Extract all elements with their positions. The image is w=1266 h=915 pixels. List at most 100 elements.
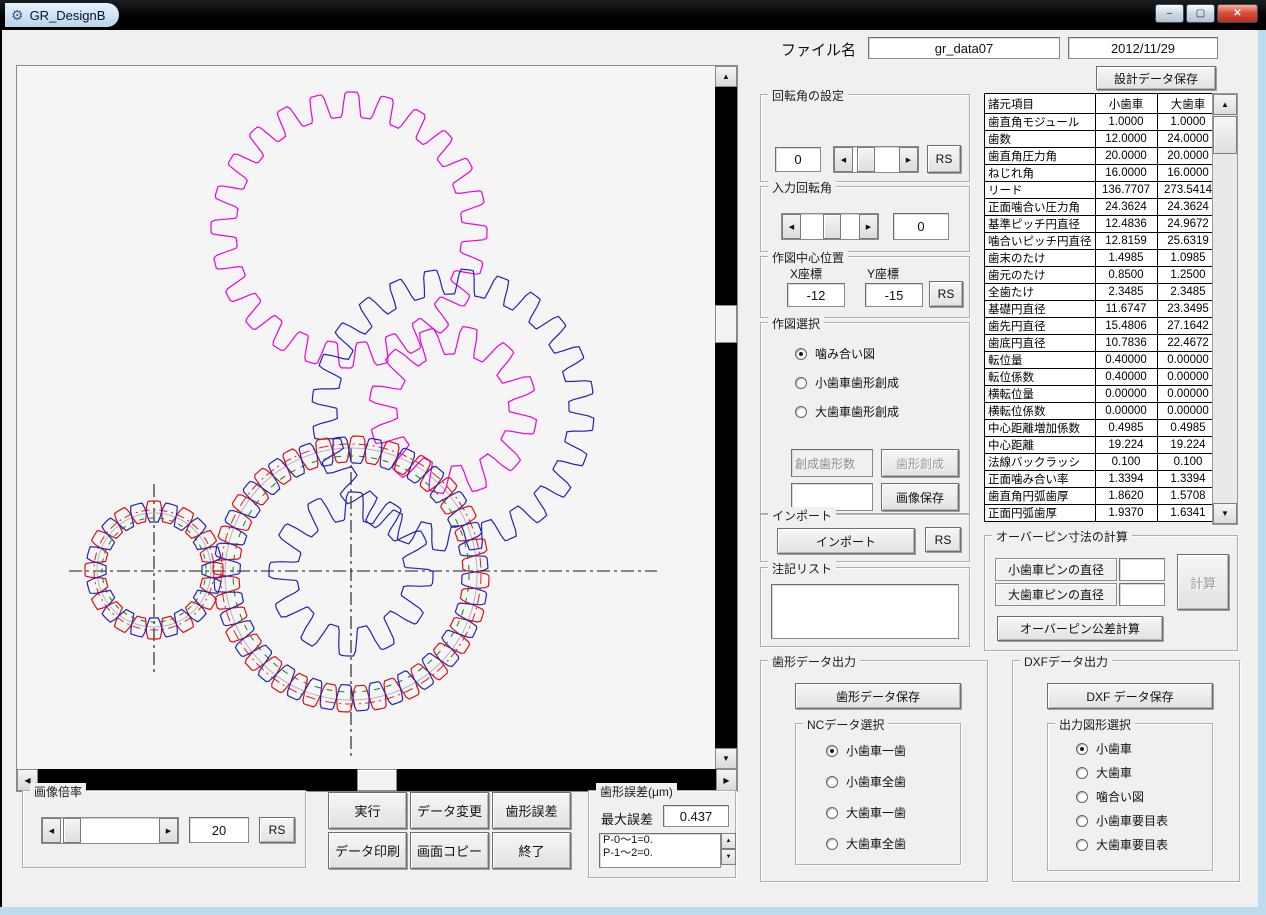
radio-icon[interactable] [795, 406, 807, 418]
spec-row[interactable]: 歯直角圧力角20.000020.0000 [985, 148, 1220, 165]
spec-row[interactable]: 法線バックラッシ0.1000.100 [985, 454, 1220, 471]
import-rs-button[interactable]: RS [925, 527, 961, 552]
scroll-right-icon[interactable]: ▶ [159, 818, 178, 843]
input-rotation-field[interactable]: 0 [893, 213, 949, 240]
spec-row[interactable]: 横転位係数0.000000.00000 [985, 403, 1220, 420]
image-zoom-scrollbar[interactable]: ◀ ▶ [41, 817, 179, 844]
print-data-button[interactable]: データ印刷 [328, 832, 407, 869]
image-zoom-field[interactable]: 20 [189, 817, 249, 843]
overpin-tolerance-button[interactable]: オーバーピン公差計算 [997, 616, 1163, 641]
scroll-right-icon[interactable]: ▶ [716, 769, 737, 791]
radio-icon[interactable] [1076, 815, 1088, 827]
spec-row[interactable]: 正面円弧歯厚1.93701.6341 [985, 505, 1220, 522]
radio-option[interactable]: 大歯車歯形創成 [795, 403, 899, 420]
y-coordinate-field[interactable]: -15 [865, 283, 923, 307]
scroll-down-icon[interactable]: ▼ [715, 748, 737, 769]
radio-icon[interactable] [826, 745, 838, 757]
scroll-track[interactable] [61, 818, 159, 843]
scroll-track[interactable] [853, 147, 899, 172]
spec-table[interactable]: 諸元項目小歯車大歯車 歯直角モジュール1.00001.0000歯数12.0000… [984, 93, 1220, 522]
spinner-down-icon[interactable]: ▼ [721, 849, 736, 865]
x-coordinate-field[interactable]: -12 [787, 283, 845, 307]
spec-row[interactable]: 歯末のたけ1.49851.0985 [985, 250, 1220, 267]
radio-option[interactable]: 小歯車要目表 [1076, 812, 1168, 829]
spec-row[interactable]: 基準ピッチ円直径12.483624.9672 [985, 216, 1220, 233]
error-list-spinner[interactable]: ▲ ▼ [721, 833, 736, 865]
radio-option[interactable]: 大歯車要目表 [1076, 836, 1168, 853]
spec-row[interactable]: 歯底円直径10.783622.4672 [985, 335, 1220, 352]
save-dxf-button[interactable]: DXF データ保存 [1047, 683, 1213, 709]
radio-option[interactable]: 小歯車歯形創成 [795, 374, 899, 391]
radio-icon[interactable] [1076, 839, 1088, 851]
spec-row[interactable]: 歯数12.000024.0000 [985, 131, 1220, 148]
radio-option[interactable]: 大歯車一歯 [826, 804, 906, 821]
spec-row[interactable]: 歯直角モジュール1.00001.0000 [985, 114, 1220, 131]
save-image-button[interactable]: 画像保存 [881, 483, 959, 511]
spinner-up-icon[interactable]: ▲ [721, 833, 736, 849]
scroll-right-icon[interactable]: ▶ [899, 147, 918, 172]
table-scroll-down-icon[interactable]: ▼ [1213, 503, 1237, 524]
file-name-field[interactable]: gr_data07 [868, 37, 1060, 59]
quit-button[interactable]: 終了 [492, 832, 571, 869]
canvas-vertical-scrollbar[interactable]: ▲ ▼ [715, 66, 737, 769]
run-button[interactable]: 実行 [328, 792, 407, 829]
spec-row[interactable]: 歯先円直径15.480627.1642 [985, 318, 1220, 335]
radio-option[interactable]: 小歯車全歯 [826, 773, 906, 790]
date-field[interactable]: 2012/11/29 [1068, 37, 1218, 59]
scroll-right-icon[interactable]: ▶ [859, 214, 878, 239]
spec-table-scrollbar[interactable]: ▲ ▼ [1212, 93, 1238, 525]
rotation-angle-scrollbar[interactable]: ◀ ▶ [833, 146, 919, 173]
gear-pin-diameter-field[interactable] [1119, 583, 1165, 606]
spec-row[interactable]: リード136.7707273.5414 [985, 182, 1220, 199]
spec-row[interactable]: 転位量0.400000.00000 [985, 352, 1220, 369]
image-zoom-rs-button[interactable]: RS [259, 817, 295, 843]
radio-icon[interactable] [795, 348, 807, 360]
spec-row[interactable]: 歯元のたけ0.85001.2500 [985, 267, 1220, 284]
tooth-error-button[interactable]: 歯形誤差 [492, 792, 571, 829]
scroll-thumb[interactable] [63, 818, 81, 843]
radio-option[interactable]: 大歯車 [1076, 764, 1168, 781]
scroll-thumb[interactable] [823, 214, 841, 239]
table-scroll-thumb[interactable] [1213, 116, 1237, 154]
radio-icon[interactable] [826, 807, 838, 819]
spec-row[interactable]: 中心距離19.22419.224 [985, 437, 1220, 454]
spec-row[interactable]: 正面噛合い圧力角24.362424.3624 [985, 199, 1220, 216]
radio-icon[interactable] [1076, 791, 1088, 803]
change-data-button[interactable]: データ変更 [410, 792, 489, 829]
radio-option[interactable]: 大歯車全歯 [826, 835, 906, 852]
rotation-angle-field[interactable]: 0 [775, 147, 821, 172]
spec-row[interactable]: 全歯たけ2.34852.3485 [985, 284, 1220, 301]
radio-icon[interactable] [795, 377, 807, 389]
draw-center-rs-button[interactable]: RS [929, 281, 963, 307]
pinion-pin-diameter-field[interactable] [1119, 558, 1165, 581]
maximize-button[interactable]: ▢ [1186, 4, 1215, 23]
spec-row[interactable]: 転位係数0.400000.00000 [985, 369, 1220, 386]
horizontal-scroll-thumb[interactable] [357, 769, 397, 791]
radio-icon[interactable] [826, 838, 838, 850]
minimize-button[interactable]: – [1155, 4, 1184, 23]
spec-row[interactable]: 横転位量0.000000.00000 [985, 386, 1220, 403]
scroll-left-icon[interactable]: ◀ [42, 818, 61, 843]
table-scroll-up-icon[interactable]: ▲ [1213, 94, 1237, 115]
radio-icon[interactable] [1076, 743, 1088, 755]
vertical-scroll-track[interactable] [715, 87, 737, 748]
rotation-rs-button[interactable]: RS [927, 145, 961, 173]
import-button[interactable]: インポート [777, 528, 915, 554]
scroll-track[interactable] [801, 214, 859, 239]
spec-row[interactable]: 中心距離増加係数0.49850.4985 [985, 420, 1220, 437]
scroll-up-icon[interactable]: ▲ [715, 66, 737, 87]
radio-option[interactable]: 小歯車 [1076, 740, 1168, 757]
radio-icon[interactable] [826, 776, 838, 788]
error-listbox[interactable]: P-0～1=0.P-1～2=0. [599, 833, 721, 868]
save-design-data-button[interactable]: 設計データ保存 [1096, 66, 1216, 90]
notes-listbox[interactable] [771, 584, 959, 639]
spec-row[interactable]: 噛合いピッチ円直径12.815925.6319 [985, 233, 1220, 250]
scroll-left-icon[interactable]: ◀ [782, 214, 801, 239]
radio-option[interactable]: 小歯車一歯 [826, 742, 906, 759]
spec-row[interactable]: ねじれ角16.000016.0000 [985, 165, 1220, 182]
scroll-thumb[interactable] [857, 147, 875, 172]
close-button[interactable]: ✕ [1217, 4, 1258, 23]
save-tooth-data-button[interactable]: 歯形データ保存 [795, 683, 961, 709]
radio-option[interactable]: 噛合い図 [1076, 788, 1168, 805]
spec-row[interactable]: 正面噛み合い率1.33941.3394 [985, 471, 1220, 488]
